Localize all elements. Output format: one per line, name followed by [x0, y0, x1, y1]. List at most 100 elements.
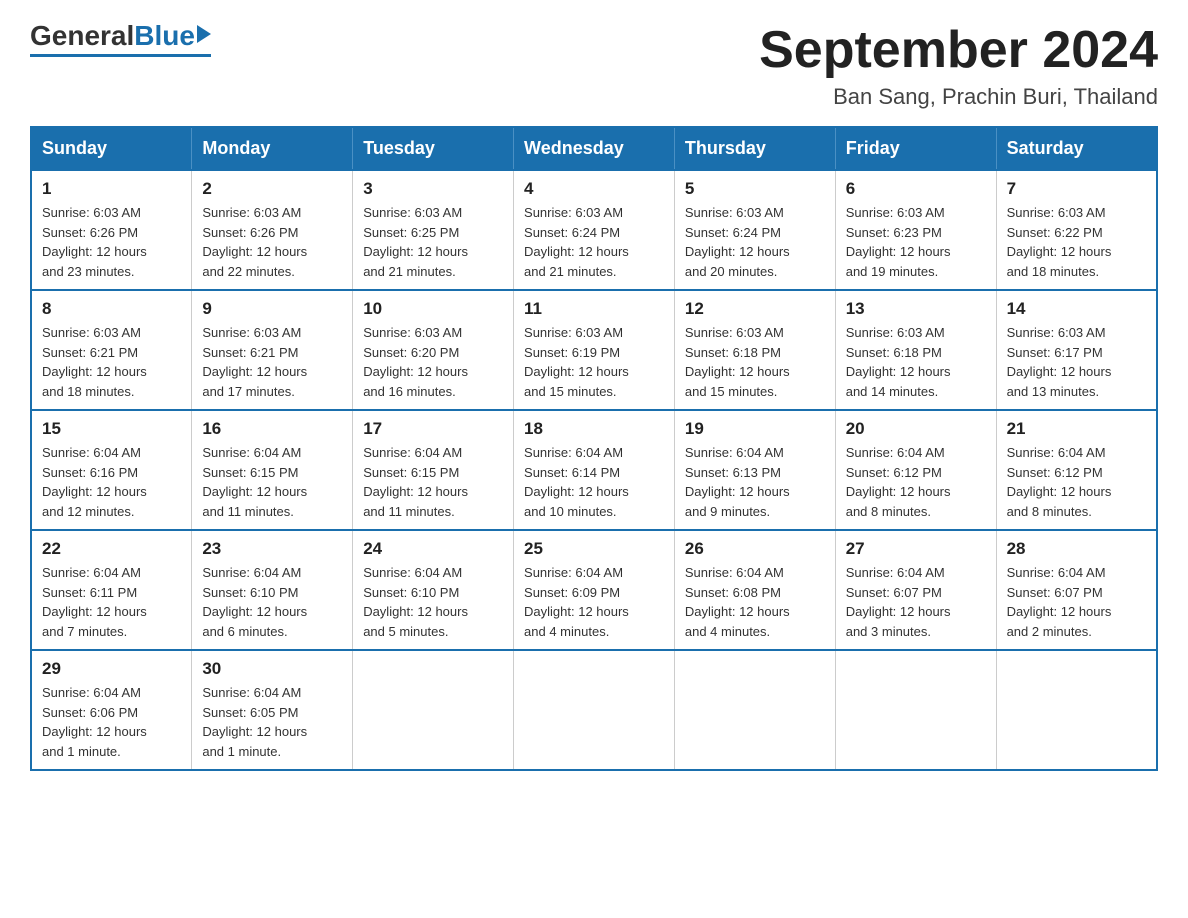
day-info: Sunrise: 6:04 AMSunset: 6:05 PMDaylight:… [202, 683, 342, 761]
day-number: 23 [202, 539, 342, 559]
calendar-cell: 16 Sunrise: 6:04 AMSunset: 6:15 PMDaylig… [192, 410, 353, 530]
day-info: Sunrise: 6:03 AMSunset: 6:19 PMDaylight:… [524, 323, 664, 401]
calendar-cell: 18 Sunrise: 6:04 AMSunset: 6:14 PMDaylig… [514, 410, 675, 530]
logo-general-text: General [30, 20, 134, 52]
day-info: Sunrise: 6:04 AMSunset: 6:10 PMDaylight:… [363, 563, 503, 641]
calendar-cell: 3 Sunrise: 6:03 AMSunset: 6:25 PMDayligh… [353, 170, 514, 290]
day-info: Sunrise: 6:03 AMSunset: 6:26 PMDaylight:… [202, 203, 342, 281]
day-info: Sunrise: 6:04 AMSunset: 6:07 PMDaylight:… [846, 563, 986, 641]
logo: GeneralBlue [30, 20, 211, 57]
calendar-cell [674, 650, 835, 770]
calendar-cell: 20 Sunrise: 6:04 AMSunset: 6:12 PMDaylig… [835, 410, 996, 530]
day-number: 24 [363, 539, 503, 559]
day-number: 10 [363, 299, 503, 319]
day-info: Sunrise: 6:04 AMSunset: 6:15 PMDaylight:… [363, 443, 503, 521]
calendar-week-1: 1 Sunrise: 6:03 AMSunset: 6:26 PMDayligh… [31, 170, 1157, 290]
logo-blue-text: Blue [134, 20, 195, 52]
logo-underline [30, 54, 211, 57]
weekday-header-saturday: Saturday [996, 127, 1157, 170]
day-info: Sunrise: 6:04 AMSunset: 6:09 PMDaylight:… [524, 563, 664, 641]
calendar-cell: 23 Sunrise: 6:04 AMSunset: 6:10 PMDaylig… [192, 530, 353, 650]
calendar-cell: 10 Sunrise: 6:03 AMSunset: 6:20 PMDaylig… [353, 290, 514, 410]
calendar-table: SundayMondayTuesdayWednesdayThursdayFrid… [30, 126, 1158, 771]
day-info: Sunrise: 6:03 AMSunset: 6:22 PMDaylight:… [1007, 203, 1146, 281]
weekday-header-tuesday: Tuesday [353, 127, 514, 170]
calendar-cell: 11 Sunrise: 6:03 AMSunset: 6:19 PMDaylig… [514, 290, 675, 410]
day-number: 27 [846, 539, 986, 559]
day-number: 18 [524, 419, 664, 439]
calendar-cell: 30 Sunrise: 6:04 AMSunset: 6:05 PMDaylig… [192, 650, 353, 770]
calendar-cell: 22 Sunrise: 6:04 AMSunset: 6:11 PMDaylig… [31, 530, 192, 650]
day-number: 11 [524, 299, 664, 319]
calendar-cell: 7 Sunrise: 6:03 AMSunset: 6:22 PMDayligh… [996, 170, 1157, 290]
title-block: September 2024 Ban Sang, Prachin Buri, T… [759, 20, 1158, 110]
day-info: Sunrise: 6:03 AMSunset: 6:18 PMDaylight:… [685, 323, 825, 401]
calendar-cell [353, 650, 514, 770]
day-number: 12 [685, 299, 825, 319]
day-info: Sunrise: 6:03 AMSunset: 6:25 PMDaylight:… [363, 203, 503, 281]
calendar-cell: 17 Sunrise: 6:04 AMSunset: 6:15 PMDaylig… [353, 410, 514, 530]
day-number: 26 [685, 539, 825, 559]
day-info: Sunrise: 6:04 AMSunset: 6:13 PMDaylight:… [685, 443, 825, 521]
day-number: 2 [202, 179, 342, 199]
day-info: Sunrise: 6:03 AMSunset: 6:20 PMDaylight:… [363, 323, 503, 401]
day-number: 29 [42, 659, 181, 679]
day-info: Sunrise: 6:04 AMSunset: 6:14 PMDaylight:… [524, 443, 664, 521]
day-number: 22 [42, 539, 181, 559]
calendar-cell: 26 Sunrise: 6:04 AMSunset: 6:08 PMDaylig… [674, 530, 835, 650]
day-number: 5 [685, 179, 825, 199]
day-number: 16 [202, 419, 342, 439]
day-number: 8 [42, 299, 181, 319]
day-number: 25 [524, 539, 664, 559]
calendar-cell: 8 Sunrise: 6:03 AMSunset: 6:21 PMDayligh… [31, 290, 192, 410]
calendar-week-2: 8 Sunrise: 6:03 AMSunset: 6:21 PMDayligh… [31, 290, 1157, 410]
calendar-title: September 2024 [759, 20, 1158, 80]
day-number: 15 [42, 419, 181, 439]
day-info: Sunrise: 6:03 AMSunset: 6:21 PMDaylight:… [42, 323, 181, 401]
day-info: Sunrise: 6:03 AMSunset: 6:21 PMDaylight:… [202, 323, 342, 401]
day-number: 13 [846, 299, 986, 319]
day-info: Sunrise: 6:03 AMSunset: 6:23 PMDaylight:… [846, 203, 986, 281]
day-info: Sunrise: 6:03 AMSunset: 6:24 PMDaylight:… [685, 203, 825, 281]
calendar-cell [835, 650, 996, 770]
day-info: Sunrise: 6:03 AMSunset: 6:17 PMDaylight:… [1007, 323, 1146, 401]
weekday-header-thursday: Thursday [674, 127, 835, 170]
calendar-week-4: 22 Sunrise: 6:04 AMSunset: 6:11 PMDaylig… [31, 530, 1157, 650]
day-number: 4 [524, 179, 664, 199]
weekday-header-friday: Friday [835, 127, 996, 170]
page-header: GeneralBlue September 2024 Ban Sang, Pra… [30, 20, 1158, 110]
calendar-cell: 28 Sunrise: 6:04 AMSunset: 6:07 PMDaylig… [996, 530, 1157, 650]
day-info: Sunrise: 6:03 AMSunset: 6:24 PMDaylight:… [524, 203, 664, 281]
day-info: Sunrise: 6:03 AMSunset: 6:26 PMDaylight:… [42, 203, 181, 281]
weekday-header-sunday: Sunday [31, 127, 192, 170]
day-info: Sunrise: 6:04 AMSunset: 6:15 PMDaylight:… [202, 443, 342, 521]
calendar-cell: 21 Sunrise: 6:04 AMSunset: 6:12 PMDaylig… [996, 410, 1157, 530]
calendar-cell: 2 Sunrise: 6:03 AMSunset: 6:26 PMDayligh… [192, 170, 353, 290]
calendar-subtitle: Ban Sang, Prachin Buri, Thailand [759, 84, 1158, 110]
day-number: 28 [1007, 539, 1146, 559]
calendar-cell: 24 Sunrise: 6:04 AMSunset: 6:10 PMDaylig… [353, 530, 514, 650]
calendar-cell [996, 650, 1157, 770]
calendar-cell: 14 Sunrise: 6:03 AMSunset: 6:17 PMDaylig… [996, 290, 1157, 410]
calendar-week-3: 15 Sunrise: 6:04 AMSunset: 6:16 PMDaylig… [31, 410, 1157, 530]
day-number: 21 [1007, 419, 1146, 439]
day-number: 9 [202, 299, 342, 319]
calendar-cell: 6 Sunrise: 6:03 AMSunset: 6:23 PMDayligh… [835, 170, 996, 290]
day-info: Sunrise: 6:04 AMSunset: 6:11 PMDaylight:… [42, 563, 181, 641]
day-number: 14 [1007, 299, 1146, 319]
calendar-header-row: SundayMondayTuesdayWednesdayThursdayFrid… [31, 127, 1157, 170]
calendar-cell [514, 650, 675, 770]
day-number: 6 [846, 179, 986, 199]
day-info: Sunrise: 6:04 AMSunset: 6:07 PMDaylight:… [1007, 563, 1146, 641]
calendar-cell: 29 Sunrise: 6:04 AMSunset: 6:06 PMDaylig… [31, 650, 192, 770]
calendar-cell: 1 Sunrise: 6:03 AMSunset: 6:26 PMDayligh… [31, 170, 192, 290]
day-info: Sunrise: 6:04 AMSunset: 6:16 PMDaylight:… [42, 443, 181, 521]
weekday-header-monday: Monday [192, 127, 353, 170]
calendar-cell: 5 Sunrise: 6:03 AMSunset: 6:24 PMDayligh… [674, 170, 835, 290]
logo-triangle-icon [197, 25, 211, 43]
day-info: Sunrise: 6:04 AMSunset: 6:12 PMDaylight:… [846, 443, 986, 521]
calendar-cell: 12 Sunrise: 6:03 AMSunset: 6:18 PMDaylig… [674, 290, 835, 410]
calendar-cell: 4 Sunrise: 6:03 AMSunset: 6:24 PMDayligh… [514, 170, 675, 290]
weekday-header-wednesday: Wednesday [514, 127, 675, 170]
calendar-cell: 19 Sunrise: 6:04 AMSunset: 6:13 PMDaylig… [674, 410, 835, 530]
